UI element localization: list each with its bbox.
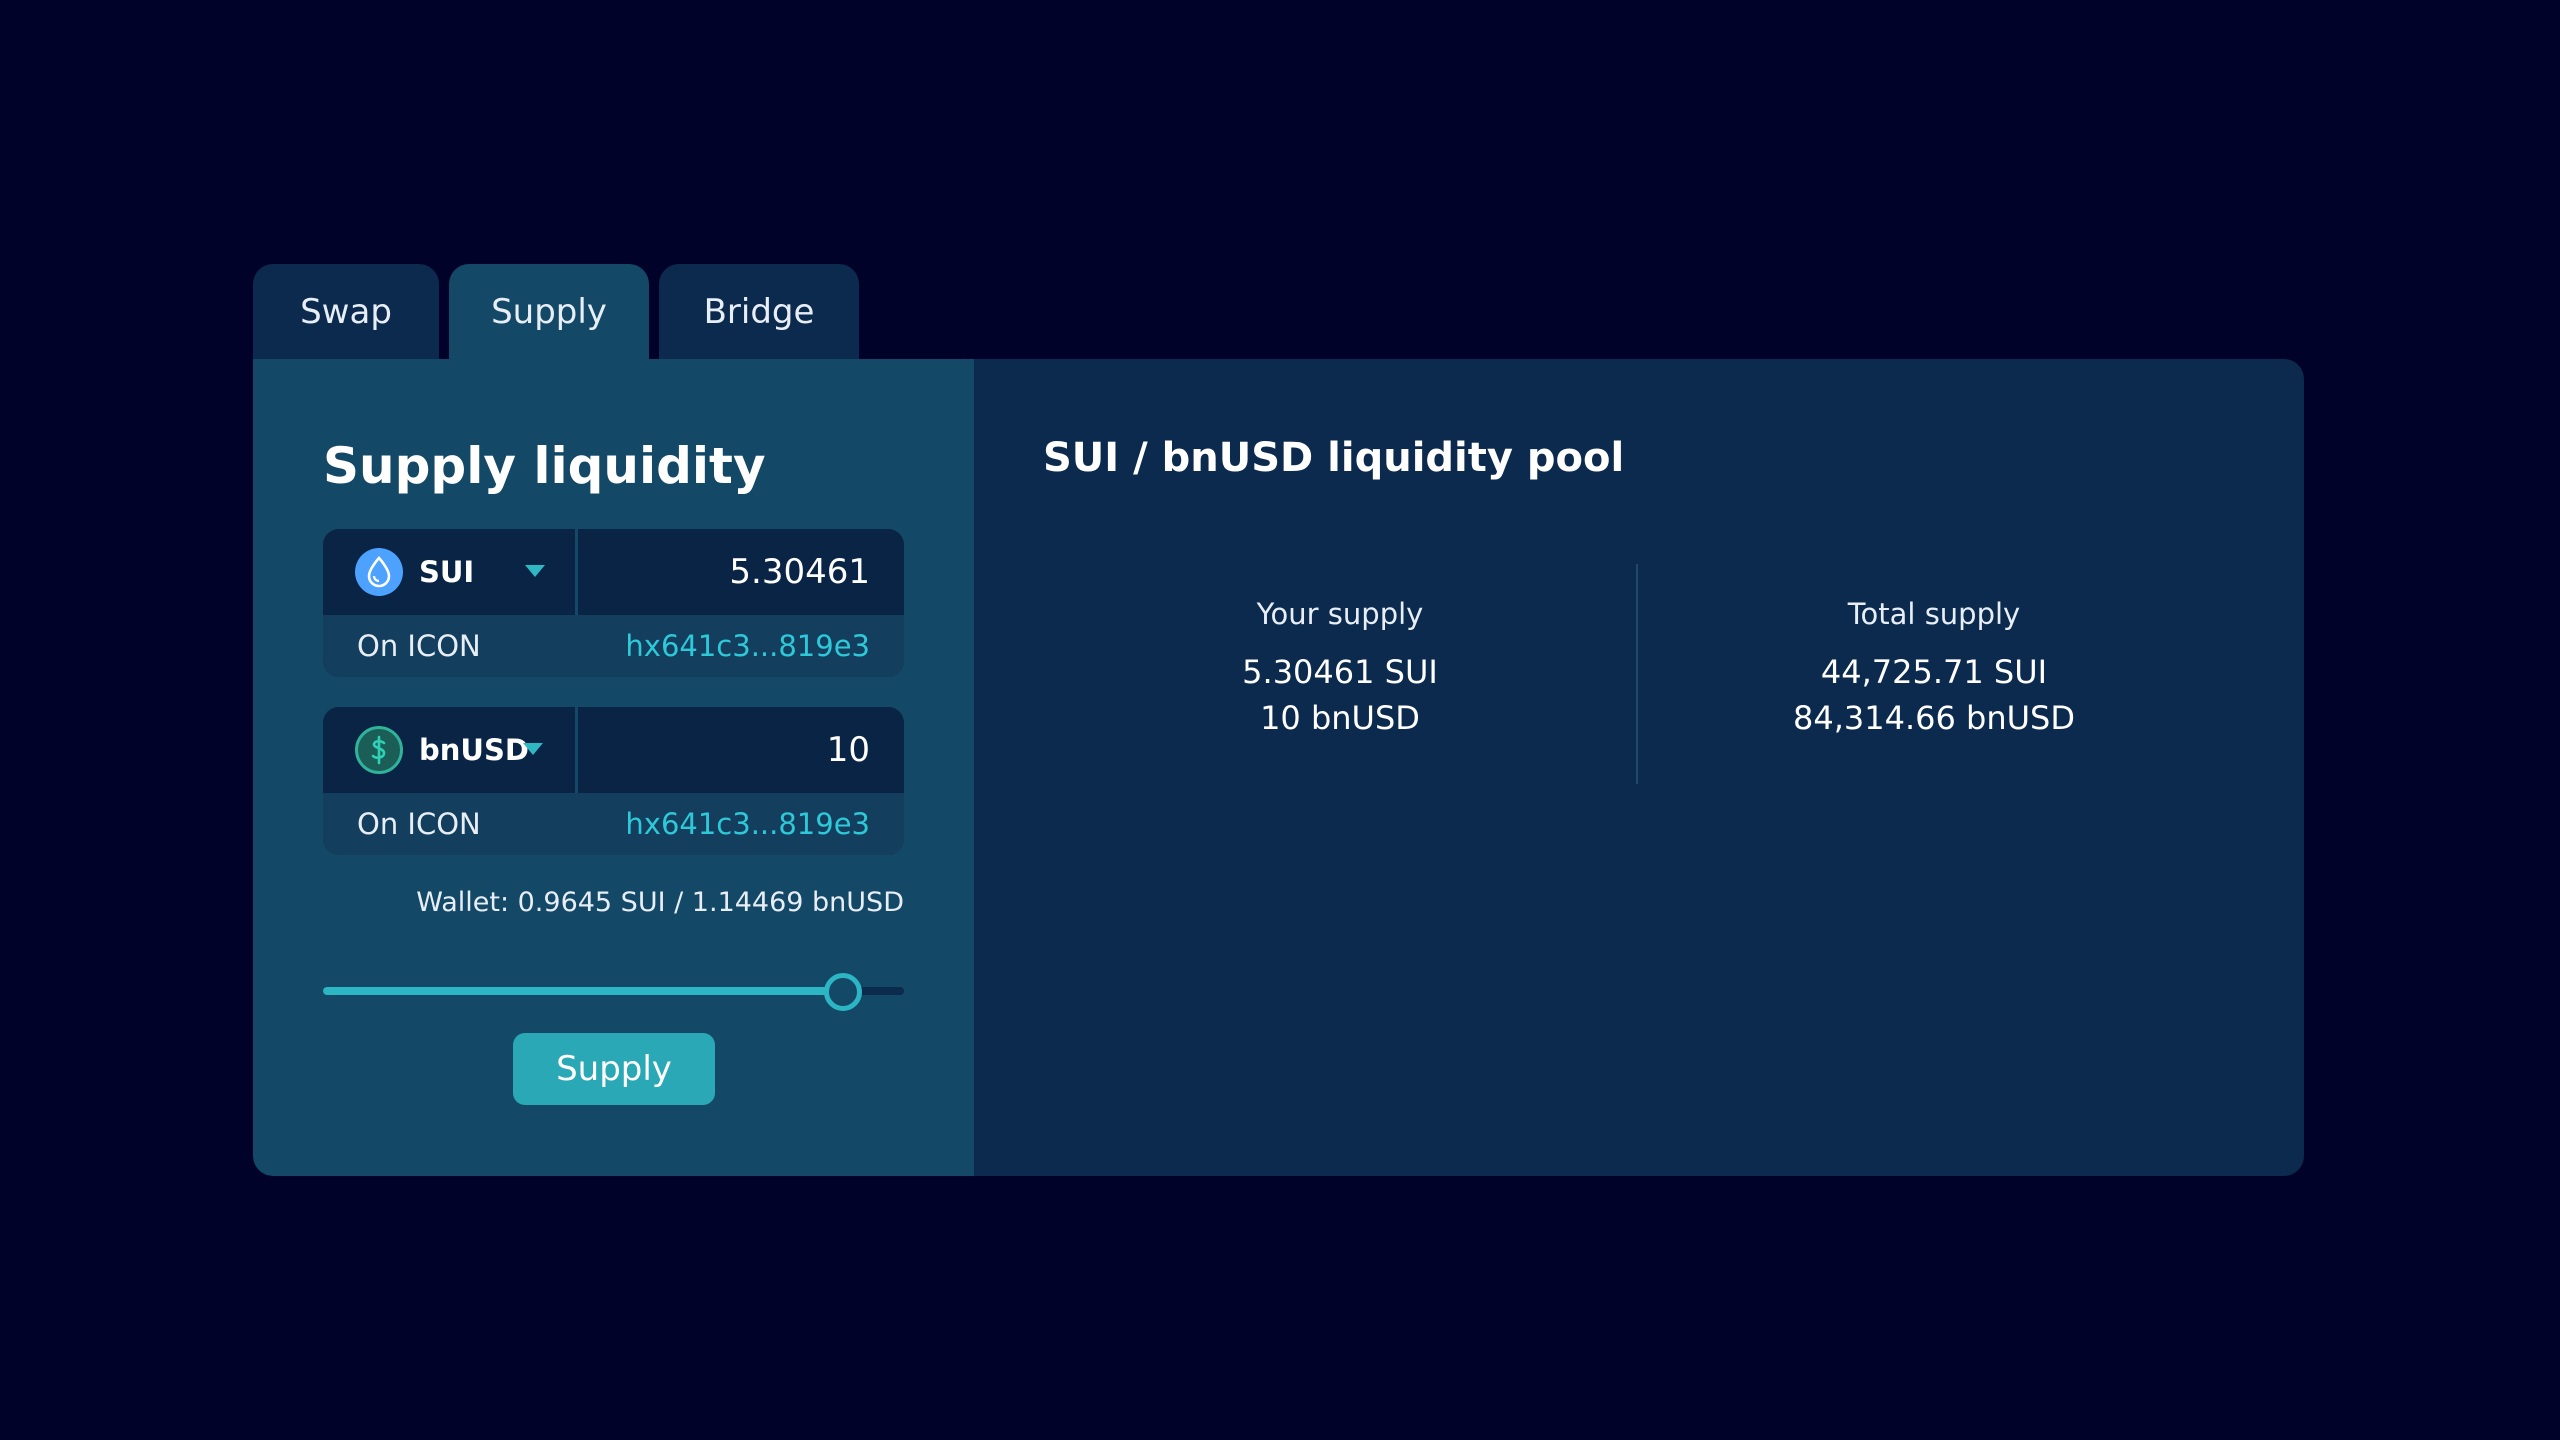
wallet-address-link[interactable]: hx641c3...819e3 (625, 629, 870, 663)
token-select-bnusd[interactable]: bnUSD (323, 707, 578, 793)
pool-title: SUI / bnUSD liquidity pool (1043, 435, 1625, 481)
total-supply-stat: Total supply 44,725.71 SUI 84,314.66 bnU… (1634, 597, 2234, 741)
total-supply-sui: 44,725.71 SUI (1820, 653, 2048, 691)
chevron-down-icon (523, 743, 543, 755)
liquidity-card: Supply liquidity SUI On ICON (253, 359, 2304, 1176)
dollar-coin-icon (355, 726, 403, 774)
total-supply-label: Total supply (1847, 597, 2021, 631)
supply-button[interactable]: Supply (513, 1033, 715, 1105)
token-select-sui[interactable]: SUI (323, 529, 578, 615)
chevron-down-icon (525, 565, 545, 577)
sui-droplet-icon (355, 548, 403, 596)
amount-input-sui[interactable] (581, 529, 904, 615)
your-supply-stat: Your supply 5.30461 SUI 10 bnUSD (1040, 597, 1640, 741)
total-supply-bnusd: 84,314.66 bnUSD (1793, 699, 2075, 737)
your-supply-bnusd: 10 bnUSD (1260, 699, 1420, 737)
tab-bridge[interactable]: Bridge (659, 264, 859, 360)
your-supply-label: Your supply (1256, 597, 1424, 631)
slider-handle[interactable] (824, 973, 862, 1011)
supply-title: Supply liquidity (323, 437, 766, 495)
asset-network-row: On ICON hx641c3...819e3 (323, 793, 904, 855)
network-label: On ICON (357, 807, 481, 841)
network-label: On ICON (357, 629, 481, 663)
tab-supply[interactable]: Supply (449, 264, 649, 360)
asset-box-sui: SUI On ICON hx641c3...819e3 (323, 529, 904, 677)
wallet-balance: Wallet: 0.9645 SUI / 1.14469 bnUSD (416, 887, 904, 918)
tab-bar: Swap Supply Bridge (253, 264, 859, 360)
asset-network-row: On ICON hx641c3...819e3 (323, 615, 904, 677)
slider-fill (323, 987, 843, 995)
asset-box-bnusd: bnUSD On ICON hx641c3...819e3 (323, 707, 904, 855)
asset-input-row: SUI (323, 529, 904, 615)
tab-swap[interactable]: Swap (253, 264, 439, 360)
your-supply-sui: 5.30461 SUI (1242, 653, 1438, 691)
token-symbol: bnUSD (419, 733, 529, 767)
supply-panel: Supply liquidity SUI On ICON (253, 359, 974, 1176)
supply-amount-slider[interactable] (323, 973, 904, 1011)
asset-input-row: bnUSD (323, 707, 904, 793)
amount-input-bnusd[interactable] (581, 707, 904, 793)
wallet-address-link[interactable]: hx641c3...819e3 (625, 807, 870, 841)
token-symbol: SUI (419, 555, 475, 589)
